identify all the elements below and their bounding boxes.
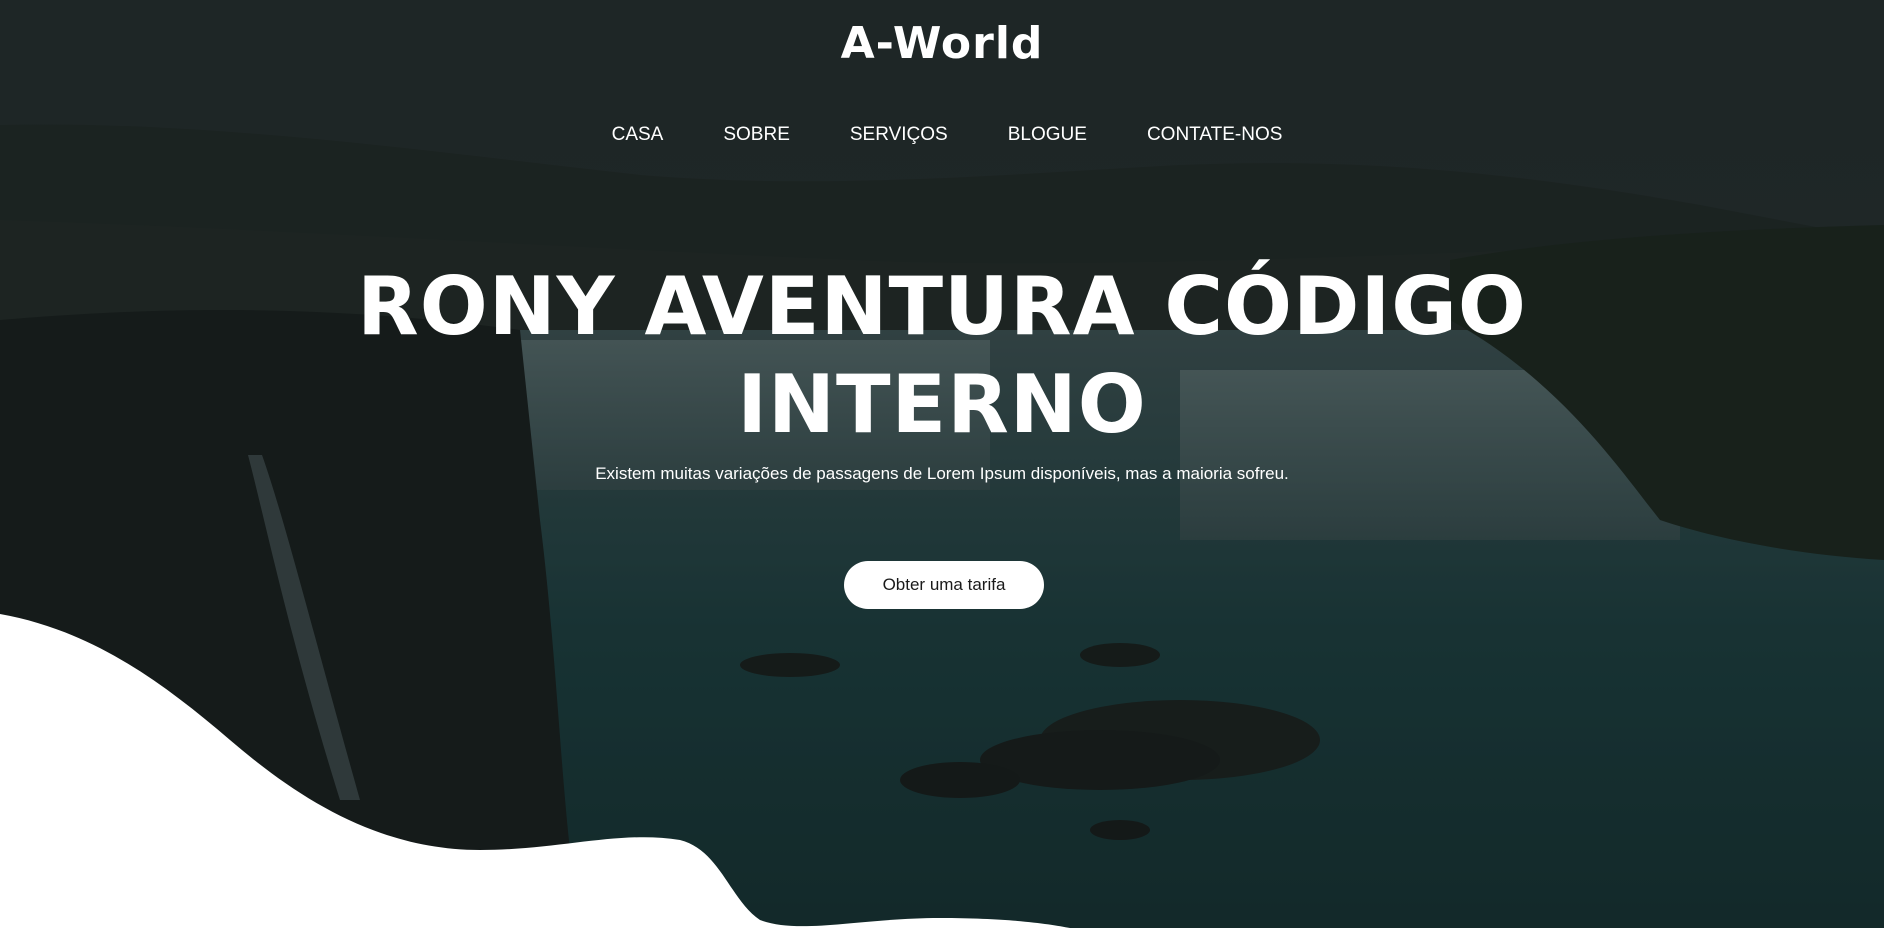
get-quote-button[interactable]: Obter uma tarifa <box>844 561 1044 609</box>
hero-headline-line-1: RONY AVENTURA CÓDIGO <box>357 260 1527 353</box>
nav-item-blogue[interactable]: BLOGUE <box>1008 124 1087 146</box>
hero-section: A-World CASA SOBRE SERVIÇOS BLOGUE CONTA… <box>0 0 1884 928</box>
hero-subtext: Existem muitas variações de passagens de… <box>595 464 1289 483</box>
nav-item-servicos[interactable]: SERVIÇOS <box>850 124 948 146</box>
hero-headline: RONY AVENTURA CÓDIGO INTERNO <box>0 258 1884 454</box>
nav-item-sobre[interactable]: SOBRE <box>723 124 790 146</box>
main-navigation: CASA SOBRE SERVIÇOS BLOGUE CONTATE-NOS <box>0 124 1884 146</box>
nav-item-casa[interactable]: CASA <box>612 124 664 146</box>
nav-item-contate-nos[interactable]: CONTATE-NOS <box>1147 124 1282 146</box>
hero-headline-line-2: INTERNO <box>737 358 1147 451</box>
site-logo[interactable]: A-World <box>0 18 1884 69</box>
